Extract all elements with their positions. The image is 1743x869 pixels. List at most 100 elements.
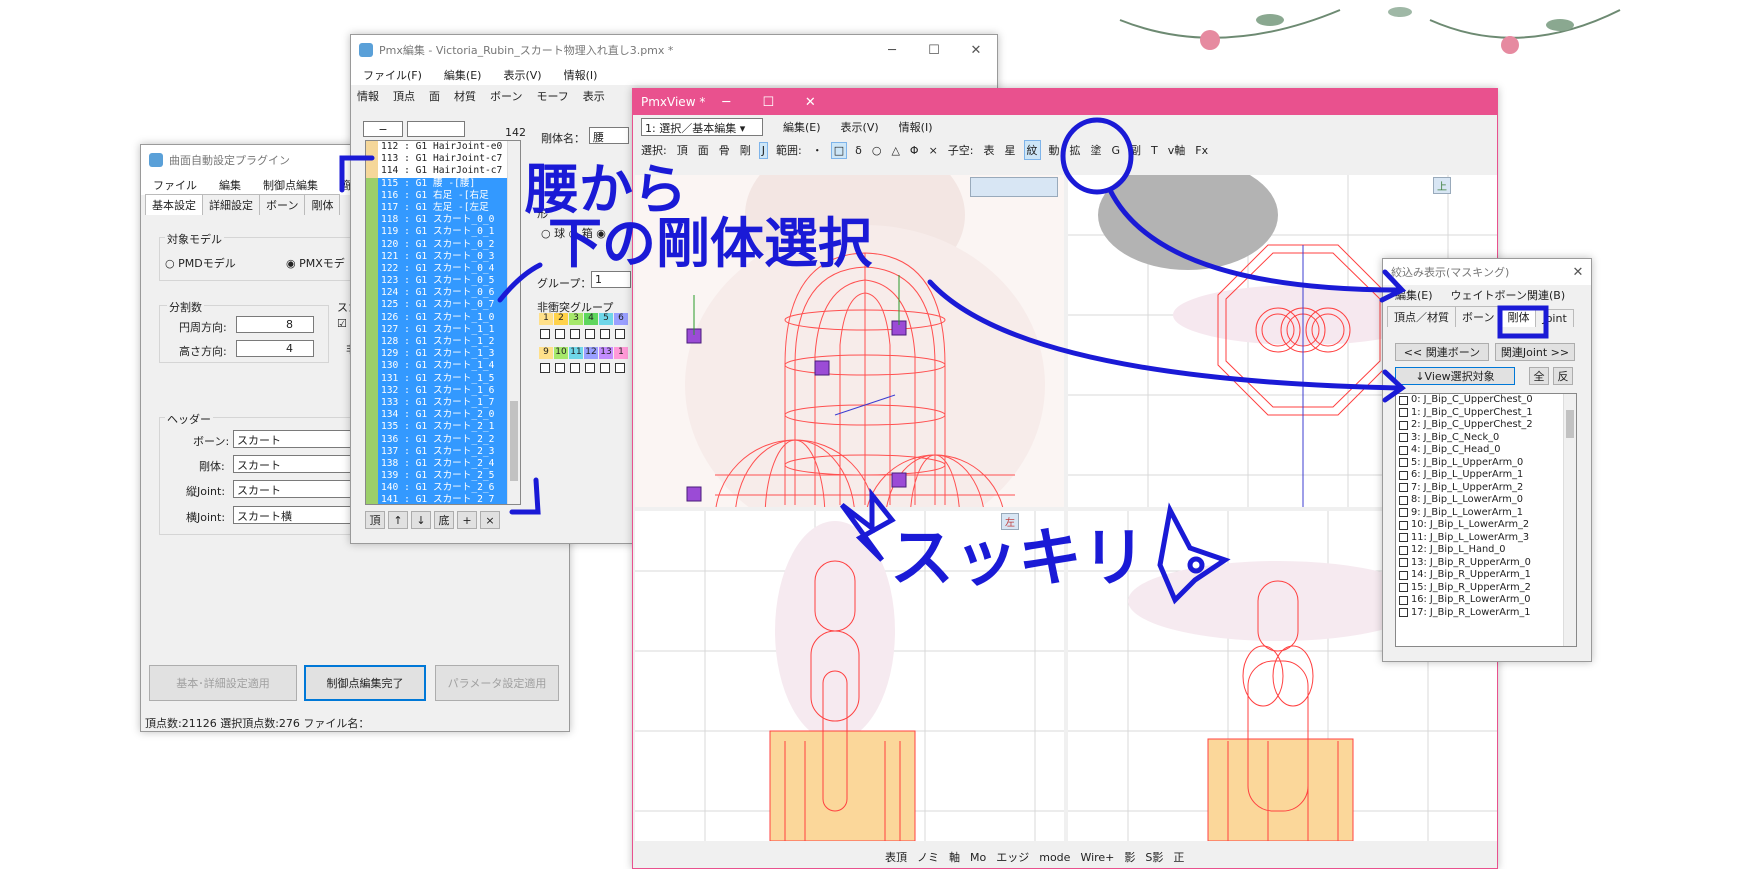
viewport-front[interactable] (635, 175, 1064, 507)
rigid-check-item[interactable]: 12: J_Bip_L_Hand_0 (1396, 544, 1576, 557)
pv-bottom-tool[interactable]: 影 (1122, 848, 1137, 866)
mask-tab-bone[interactable]: ボーン (1455, 306, 1502, 327)
nocollide-checkbox[interactable] (555, 363, 565, 373)
rigid-body-row[interactable]: 112 : G1 HairJoint-e0 (366, 141, 520, 154)
height-input[interactable]: 4 (236, 340, 314, 357)
checkbox[interactable] (1399, 608, 1408, 618)
rigid-body-row[interactable]: 141 : G1 スカート_2_7 (366, 494, 520, 504)
pv-maximize-icon[interactable]: ☐ (747, 95, 789, 110)
pv-tool[interactable]: × (927, 143, 940, 158)
body-input[interactable]: スカート (233, 455, 353, 473)
rigid-body-row[interactable]: 114 : G1 HairJoint-c7 (366, 165, 520, 178)
pv-tool[interactable]: T (1149, 143, 1160, 158)
checkbox[interactable] (1399, 458, 1408, 468)
pv-tool[interactable]: ○ (870, 143, 884, 158)
related-bone-button[interactable]: << 関連ボーン (1395, 343, 1489, 361)
rigid-check-item[interactable]: 8: J_Bip_L_LowerArm_0 (1396, 494, 1576, 507)
nocollide-checkbox[interactable] (540, 363, 550, 373)
checkbox[interactable] (1399, 583, 1408, 593)
maximize-icon[interactable]: ☐ (913, 43, 955, 58)
apply-basic-button[interactable]: 基本･詳細設定適用 (149, 665, 297, 701)
rigid-body-row[interactable]: 123 : G1 スカート_0_5 (366, 275, 520, 288)
rigid-body-row[interactable]: 116 : G1 右足 -[右足 (366, 189, 520, 202)
apply-param-button[interactable]: パラメータ設定適用 (435, 665, 559, 701)
rigid-body-row[interactable]: 135 : G1 スカート_2_1 (366, 421, 520, 434)
pmx-menu-view[interactable]: 表示(V) (503, 67, 541, 83)
rigid-check-item[interactable]: 7: J_Bip_L_UpperArm_2 (1396, 482, 1576, 495)
pv-tool[interactable]: v軸 (1166, 141, 1188, 159)
mask-close-icon[interactable]: ✕ (1565, 265, 1591, 280)
rigid-body-row[interactable]: 133 : G1 スカート_1_7 (366, 396, 520, 410)
side-checkbox[interactable]: ☑ (337, 317, 347, 330)
related-joint-button[interactable]: 関連Joint >> (1495, 343, 1575, 361)
tab-detail[interactable]: 詳細設定 (202, 194, 260, 215)
rigid-check-item[interactable]: 16: J_Bip_R_LowerArm_0 (1396, 594, 1576, 607)
rigid-check-item[interactable]: 9: J_Bip_L_LowerArm_1 (1396, 507, 1576, 520)
checkbox[interactable] (1399, 508, 1408, 518)
rigid-body-row[interactable]: 115 : G1 腰 -[腰] (366, 177, 520, 190)
nocollide-checkbox[interactable] (540, 329, 550, 339)
pmx-menu-file[interactable]: ファイル(F) (363, 67, 422, 83)
pv-bottom-tool[interactable]: Wire+ (1078, 850, 1116, 865)
pv-tool[interactable]: △ (889, 143, 901, 158)
pmx-menu-info[interactable]: 情報(I) (564, 67, 598, 83)
list-button[interactable]: ↑ (388, 511, 408, 529)
rigid-body-row[interactable]: 134 : G1 スカート_2_0 (366, 409, 520, 422)
rigid-body-row[interactable]: 131 : G1 スカート_1_5 (366, 372, 520, 385)
mask-tab-rigid[interactable]: 剛体 (1500, 306, 1537, 327)
pv-tool[interactable]: 副 (1128, 141, 1143, 159)
rigid-body-row[interactable]: 113 : G1 HairJoint-c7 (366, 153, 520, 166)
rigid-body-row[interactable]: 120 : G1 スカート_0_2 (366, 238, 520, 251)
rigid-body-row[interactable]: 137 : G1 スカート_2_3 (366, 445, 520, 458)
checkbox[interactable] (1399, 395, 1408, 405)
pv-tool[interactable]: 動 (1047, 141, 1062, 159)
rigid-body-row[interactable]: 124 : G1 スカート_0_6 (366, 287, 520, 300)
rigid-check-item[interactable]: 11: J_Bip_L_LowerArm_3 (1396, 532, 1576, 545)
pv-tool[interactable]: 表 (982, 141, 997, 159)
checkbox[interactable] (1399, 520, 1408, 530)
rigid-body-row[interactable]: 118 : G1 スカート_0_0 (366, 214, 520, 227)
pmx-tab-face[interactable]: 面 (429, 88, 440, 104)
pv-bottom-tool[interactable]: エッジ (994, 848, 1031, 866)
rigid-check-item[interactable]: 13: J_Bip_R_UpperArm_0 (1396, 557, 1576, 570)
rigid-check-item[interactable]: 17: J_Bip_R_LowerArm_1 (1396, 607, 1576, 620)
pv-tool[interactable]: 剛 (738, 141, 753, 159)
rigid-body-row[interactable]: 117 : G1 左足 -[左足 (366, 201, 520, 215)
checkbox[interactable] (1399, 420, 1408, 430)
pv-bottom-tool[interactable]: ノミ (915, 848, 941, 866)
checkbox[interactable] (1399, 570, 1408, 580)
tab-rigid[interactable]: 剛体 (304, 194, 341, 215)
pv-tool[interactable]: δ (853, 143, 864, 158)
body-name-input[interactable]: 腰 (589, 127, 629, 144)
pv-minimize-icon[interactable]: ─ (705, 95, 747, 110)
pv-tool[interactable]: 紋 (1023, 140, 1041, 160)
rigid-body-row[interactable]: 126 : G1 スカート_1_0 (366, 311, 520, 324)
rigid-body-row[interactable]: 127 : G1 スカート_1_1 (366, 323, 520, 336)
pv-tool[interactable]: 頂 (675, 141, 690, 159)
checkbox[interactable] (1399, 483, 1408, 493)
pv-close-icon[interactable]: ✕ (789, 95, 831, 110)
mask-panel-titlebar[interactable]: 絞込み表示(マスキング) ✕ (1383, 259, 1591, 285)
mask-tab-joint[interactable]: Joint (1535, 309, 1574, 327)
rigid-body-row[interactable]: 121 : G1 スカート_0_3 (366, 250, 520, 263)
tab-basic[interactable]: 基本設定 (145, 194, 203, 215)
pv-tool[interactable]: J (758, 141, 768, 159)
pv-tool[interactable]: G (1110, 143, 1123, 158)
list-button[interactable]: 頂 (365, 511, 385, 529)
rigid-body-row[interactable]: 140 : G1 スカート_2_6 (366, 482, 520, 495)
pmx-tab-vertex[interactable]: 頂点 (393, 88, 415, 104)
rigid-body-row[interactable]: 128 : G1 スカート_1_2 (366, 336, 520, 349)
view-label-top[interactable]: 上 (1433, 177, 1451, 194)
mask-scrollbar[interactable] (1563, 394, 1576, 646)
pmx-tab-info[interactable]: 情報 (357, 88, 379, 104)
pv-bottom-tool[interactable]: 正 (1171, 848, 1186, 866)
view-select-button[interactable]: ↓View選択対象 (1395, 367, 1515, 385)
pv-tool[interactable]: 骨 (717, 141, 732, 159)
pmx-tab-material[interactable]: 材質 (454, 88, 476, 104)
pv-bottom-tool[interactable]: S影 (1143, 848, 1165, 866)
rigid-check-item[interactable]: 10: J_Bip_L_LowerArm_2 (1396, 519, 1576, 532)
nocollide-checkbox[interactable] (600, 329, 610, 339)
view-label-left[interactable]: 左 (1001, 513, 1019, 530)
vjoint-input[interactable]: スカート (233, 480, 353, 498)
pv-menu-edit[interactable]: 編集(E) (783, 119, 821, 135)
